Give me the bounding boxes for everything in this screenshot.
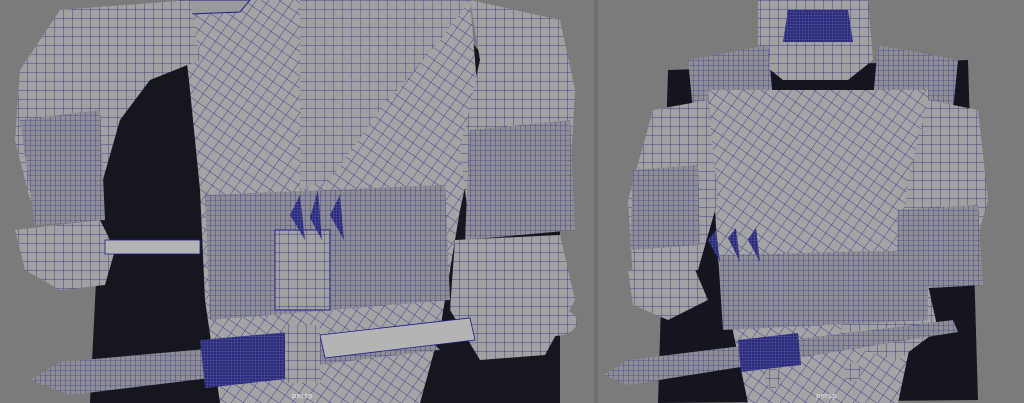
camera-label: persp [816, 392, 837, 400]
tassel-mesh [765, 368, 781, 388]
perspective-viewport-closeup[interactable]: persp [0, 0, 594, 403]
sword-guard [285, 325, 320, 383]
wireframe-model-wide [603, 0, 988, 403]
camera-label: persp [292, 392, 313, 400]
perspective-viewport-wide[interactable]: persp [598, 0, 1024, 403]
mask-mesh [783, 10, 853, 42]
left-bracer-mesh [20, 110, 105, 225]
left-hand-mesh [15, 220, 115, 290]
right-bracer-mesh [465, 120, 575, 240]
pommel-mesh [533, 308, 577, 336]
wireframe-model-closeup [15, 0, 577, 403]
left-bracer-mesh [630, 165, 700, 250]
modeling-workspace: persp persp [0, 0, 1024, 403]
dagger-hilt [104, 239, 201, 255]
tassel-mesh [845, 362, 861, 382]
belt-mesh [718, 250, 928, 330]
belt-buckle [274, 229, 331, 311]
